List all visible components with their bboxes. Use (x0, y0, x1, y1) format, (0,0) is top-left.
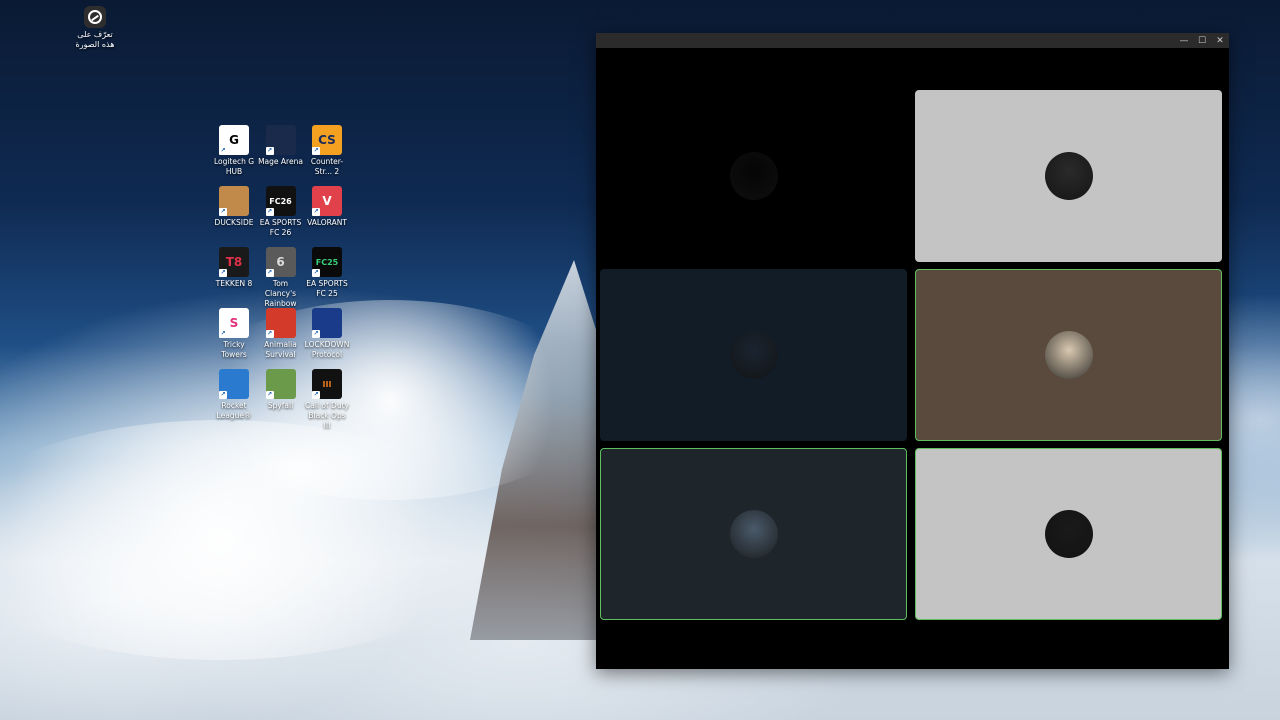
desktop-icon-label: Animalia Survival (264, 340, 297, 359)
shortcut-arrow-icon: ↗ (265, 208, 274, 216)
shortcut-arrow-icon: ↗ (219, 391, 227, 399)
participant-avatar (1044, 152, 1093, 200)
desktop-icon-logitech[interactable]: G ↗ Logitech G HUB (211, 125, 257, 177)
app-glyph: III (322, 379, 332, 389)
shortcut-arrow-icon: ↗ (219, 208, 227, 216)
participant-avatar (729, 152, 778, 200)
learn-about-picture-label: تعرّف على هذه الصورة (75, 30, 115, 49)
tricky-icon: S ↗ (219, 308, 249, 338)
learn-about-picture-icon (84, 6, 106, 28)
rocket-icon: ↗ (219, 369, 249, 399)
participant-avatar (729, 331, 778, 379)
desktop-icon-label: Counter-Str... 2 (310, 157, 344, 176)
shortcut-arrow-icon: ↗ (265, 269, 274, 277)
participant-tile[interactable] (915, 269, 1222, 441)
desktop-icon-fc26[interactable]: FC26 ↗ EA SPORTS FC 26 (258, 186, 304, 238)
desktop-icon-label: Tricky Towers (221, 340, 247, 359)
desktop-icon-cs2[interactable]: CS ↗ Counter-Str... 2 (304, 125, 350, 177)
learn-about-picture[interactable]: تعرّف على هذه الصورة (70, 6, 120, 50)
desktop-icon-rocket[interactable]: ↗ Rocket League® (211, 369, 257, 421)
shortcut-arrow-icon: ↗ (219, 330, 227, 338)
desktop-icon-label: Call of Duty Black Ops III (305, 401, 349, 430)
desktop-icon-label: Spyfall (267, 401, 294, 410)
desktop-icon-fc25[interactable]: FC25 ↗ EA SPORTS FC 25 (304, 247, 350, 299)
desktop-icon-label: EA SPORTS FC 26 (259, 218, 302, 237)
participant-tile[interactable] (600, 448, 907, 620)
desktop-icon-label: LOCKDOWN Protocol (304, 340, 350, 359)
participant-tile[interactable] (915, 90, 1222, 262)
cs2-icon: CS ↗ (312, 125, 342, 155)
desktop-icon-label: TEKKEN 8 (215, 279, 253, 288)
app-glyph: S (229, 316, 239, 330)
app-glyph: T8 (225, 255, 243, 269)
desktop-icon-mage[interactable]: ↗ Mage Arena (258, 125, 304, 167)
shortcut-arrow-icon: ↗ (219, 147, 227, 155)
participant-avatar (729, 510, 778, 558)
desktop-icon-spyfall[interactable]: ↗ Spyfall (258, 369, 304, 411)
shortcut-arrow-icon: ↗ (219, 269, 227, 277)
app-glyph: V (322, 194, 332, 208)
desktop-icon-animalia[interactable]: ↗ Animalia Survival (258, 308, 304, 360)
valorant-icon: V ↗ (312, 186, 342, 216)
desktop-icon-codbo3[interactable]: III ↗ Call of Duty Black Ops III (304, 369, 350, 431)
r6-icon: 6 ↗ (265, 247, 296, 277)
fc25-icon: FC25 ↗ (312, 247, 342, 277)
app-glyph: G (229, 133, 239, 147)
maximize-button[interactable]: ☐ (1193, 33, 1211, 48)
app-glyph: CS (318, 133, 336, 147)
video-call-window[interactable]: — ☐ ✕ (596, 33, 1229, 669)
fc26-icon: FC26 ↗ (265, 186, 296, 216)
desktop-icon-label: Logitech G HUB (213, 157, 255, 176)
app-glyph: 6 (276, 255, 285, 269)
shortcut-arrow-icon: ↗ (312, 391, 320, 399)
desktop-icon-label: DUCKSIDE (214, 218, 254, 227)
desktop-icon-tekken[interactable]: T8 ↗ TEKKEN 8 (211, 247, 257, 289)
desktop-icon-lockdown[interactable]: ↗ LOCKDOWN Protocol (304, 308, 350, 360)
desktop-icon-duckside[interactable]: ↗ DUCKSIDE (211, 186, 257, 228)
participant-tile[interactable] (600, 269, 907, 441)
participant-tile[interactable] (600, 90, 907, 262)
desktop-icon-label: VALORANT (307, 218, 347, 227)
shortcut-arrow-icon: ↗ (265, 391, 274, 399)
app-glyph: FC26 (269, 196, 292, 206)
app-glyph: FC25 (315, 257, 339, 267)
desktop-icon-tricky[interactable]: S ↗ Tricky Towers (211, 308, 257, 360)
desktop-icon-label: EA SPORTS FC 25 (306, 279, 348, 298)
participant-tile[interactable] (915, 448, 1222, 620)
close-button[interactable]: ✕ (1211, 33, 1229, 48)
participant-avatar (1044, 331, 1093, 379)
desktop-icon-label: Mage Arena (258, 157, 303, 166)
desktop-icon-valorant[interactable]: V ↗ VALORANT (304, 186, 350, 228)
shortcut-arrow-icon: ↗ (312, 330, 320, 338)
lockdown-icon: ↗ (312, 308, 342, 338)
shortcut-arrow-icon: ↗ (312, 269, 320, 277)
minimize-button[interactable]: — (1175, 33, 1193, 48)
window-titlebar[interactable]: — ☐ ✕ (596, 33, 1229, 48)
participant-avatar (1044, 510, 1093, 558)
tekken-icon: T8 ↗ (219, 247, 249, 277)
duckside-icon: ↗ (219, 186, 249, 216)
codbo3-icon: III ↗ (312, 369, 342, 399)
logitech-icon: G ↗ (219, 125, 249, 155)
shortcut-arrow-icon: ↗ (265, 147, 274, 155)
shortcut-arrow-icon: ↗ (312, 208, 320, 216)
mage-icon: ↗ (265, 125, 296, 155)
animalia-icon: ↗ (265, 308, 296, 338)
shortcut-arrow-icon: ↗ (312, 147, 320, 155)
spyfall-icon: ↗ (265, 369, 296, 399)
shortcut-arrow-icon: ↗ (265, 330, 274, 338)
desktop-icon-label: Rocket League® (216, 401, 252, 420)
